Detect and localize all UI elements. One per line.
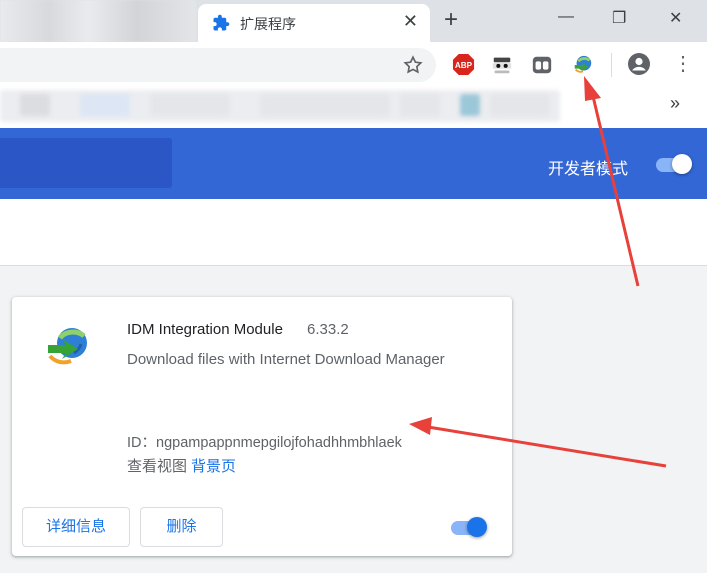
abp-icon[interactable]: ABP <box>452 53 475 76</box>
bookmark-item[interactable] <box>20 94 50 116</box>
developer-mode-toggle[interactable] <box>654 154 692 174</box>
bookmark-item[interactable] <box>150 94 230 116</box>
window-close-icon[interactable]: ✕ <box>669 8 682 28</box>
extension-version: 6.33.2 <box>307 321 349 338</box>
tab-title: 扩展程序 <box>240 16 296 32</box>
idm-icon[interactable] <box>572 54 594 76</box>
tabs-icon[interactable] <box>531 54 553 76</box>
browser-toolbar: ABP ⋮ <box>0 42 707 88</box>
tab-strip: 扩展程序 ✕ + — ❐ ✕ <box>0 0 707 42</box>
close-tab-icon[interactable]: ✕ <box>403 11 418 32</box>
bookmark-item[interactable] <box>490 94 550 116</box>
bookmark-item[interactable] <box>80 94 130 116</box>
extension-description: Download files with Internet Download Ma… <box>127 351 445 368</box>
extension-id-row: ID：ngpampappnmepgilojfohadhhmbhlaek <box>127 431 402 452</box>
new-tab-button[interactable]: + <box>444 6 458 34</box>
background-page-link[interactable]: 背景页 <box>191 458 236 475</box>
extensions-subheader <box>0 199 707 266</box>
spy-icon[interactable] <box>491 54 513 76</box>
extension-id-value: ngpampappnmepgilojfohadhhmbhlaek <box>156 435 402 451</box>
toggle-knob <box>672 154 692 174</box>
puzzle-icon <box>213 14 230 31</box>
remove-button[interactable]: 删除 <box>140 507 223 547</box>
profile-avatar-icon[interactable] <box>627 52 651 76</box>
extension-enable-toggle[interactable] <box>449 517 487 537</box>
extension-card: IDM Integration Module 6.33.2 Download f… <box>12 297 512 556</box>
address-bar[interactable] <box>0 48 436 82</box>
idm-logo-icon <box>48 328 87 365</box>
more-menu-icon[interactable]: ⋮ <box>673 52 693 76</box>
tab-extensions[interactable]: 扩展程序 ✕ <box>198 4 430 42</box>
details-button[interactable]: 详细信息 <box>22 507 130 547</box>
bookmark-item[interactable] <box>460 94 480 116</box>
tab-inactive-blurred[interactable] <box>0 0 196 42</box>
inspect-views-row: 查看视图 背景页 <box>127 455 236 476</box>
bookmark-star-icon[interactable] <box>402 54 424 76</box>
abp-label: ABP <box>455 61 473 70</box>
maximize-icon[interactable]: ❐ <box>612 8 626 28</box>
bookmarks-bar: » <box>0 88 707 129</box>
bookmark-item[interactable] <box>400 94 440 116</box>
inspect-views-label: 查看视图 <box>127 458 188 475</box>
bookmark-item[interactable] <box>260 94 390 116</box>
developer-mode-label: 开发者模式 <box>548 161 629 178</box>
extension-id-label: ID： <box>127 435 156 451</box>
minimize-icon[interactable]: — <box>558 8 574 26</box>
extension-name: IDM Integration Module <box>127 321 283 338</box>
search-extensions-box[interactable] <box>0 138 172 188</box>
toolbar-separator <box>611 53 612 77</box>
bookmarks-overflow-icon[interactable]: » <box>670 93 680 114</box>
extensions-header: 开发者模式 <box>0 128 707 199</box>
toggle-knob <box>467 517 487 537</box>
